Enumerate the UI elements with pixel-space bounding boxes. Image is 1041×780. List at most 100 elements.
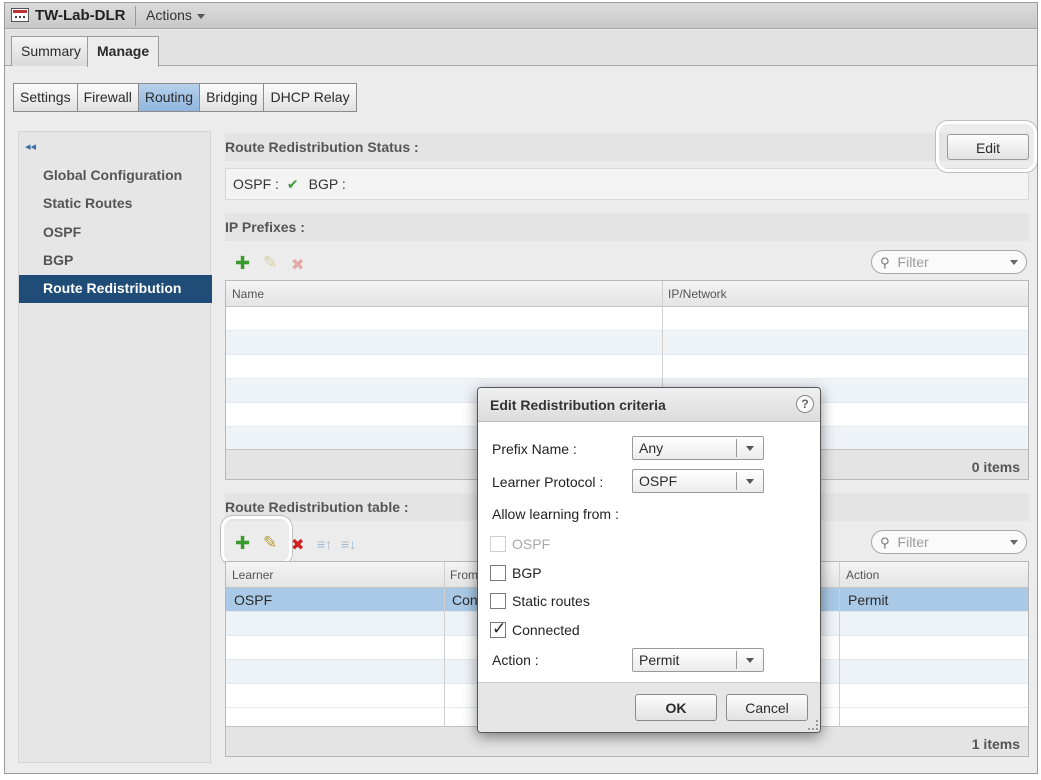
column-separator bbox=[444, 588, 445, 726]
static-routes-option-label: Static routes bbox=[512, 593, 590, 609]
column-separator bbox=[662, 281, 663, 306]
pencil-icon[interactable]: ✎ bbox=[263, 253, 277, 273]
select-divider bbox=[736, 472, 737, 490]
delete-icon[interactable]: ✖ bbox=[291, 255, 304, 275]
delete-icon[interactable]: ✖ bbox=[291, 535, 304, 555]
status-header: Route Redistribution Status : bbox=[225, 133, 1029, 161]
toolbar-highlight bbox=[221, 516, 292, 565]
action-label: Action : bbox=[492, 652, 539, 668]
top-tabs: Summary Manage bbox=[5, 30, 1037, 67]
prefix-filter-placeholder: Filter bbox=[897, 254, 929, 270]
tab-bridging[interactable]: Bridging bbox=[200, 84, 265, 111]
dialog-footer: OK Cancel bbox=[478, 682, 820, 732]
chevron-down-icon bbox=[746, 479, 754, 484]
allow-learning-label: Allow learning from : bbox=[492, 506, 619, 522]
title-bar: TW-Lab-DLR Actions bbox=[5, 3, 1037, 29]
add-icon[interactable]: ✚ bbox=[235, 253, 250, 274]
sub-tabs: Settings Firewall Routing Bridging DHCP … bbox=[13, 83, 357, 112]
cell-from: Con bbox=[452, 592, 478, 608]
table-row bbox=[226, 331, 1028, 355]
column-separator bbox=[839, 562, 840, 587]
dialog-title-bar: Edit Redistribution criteria ? bbox=[478, 388, 820, 422]
search-icon: ⚲ bbox=[880, 535, 890, 550]
column-action[interactable]: Action bbox=[846, 568, 879, 582]
sidebar: ◂◂ Global Configuration Static Routes OS… bbox=[18, 131, 212, 763]
table-row bbox=[226, 307, 1028, 331]
ip-prefixes-header: IP Prefixes : bbox=[225, 213, 1029, 241]
pencil-icon[interactable]: ✎ bbox=[263, 533, 277, 553]
sidebar-item-static-routes[interactable]: Static Routes bbox=[43, 195, 132, 211]
ospf-status-label: OSPF : bbox=[233, 176, 279, 192]
tab-routing[interactable]: Routing bbox=[138, 84, 201, 111]
resize-grip-icon[interactable] bbox=[808, 720, 818, 730]
learner-protocol-label: Learner Protocol : bbox=[492, 474, 604, 490]
cell-action: Permit bbox=[848, 592, 889, 608]
ospf-option-label: OSPF bbox=[512, 536, 551, 552]
connected-option-label: Connected bbox=[512, 622, 580, 638]
search-icon: ⚲ bbox=[880, 255, 890, 270]
bgp-option-label: BGP bbox=[512, 565, 542, 581]
table-row bbox=[226, 355, 1028, 379]
bgp-checkbox[interactable] bbox=[490, 565, 506, 581]
cell-learner: OSPF bbox=[234, 592, 273, 608]
column-separator bbox=[444, 562, 445, 587]
sidebar-item-global-configuration[interactable]: Global Configuration bbox=[43, 167, 182, 183]
dialog-title: Edit Redistribution criteria bbox=[490, 397, 666, 413]
tab-manage[interactable]: Manage bbox=[87, 36, 160, 67]
edit-button[interactable]: Edit bbox=[947, 134, 1029, 160]
prefix-name-value: Any bbox=[639, 440, 664, 456]
option-connected[interactable]: Connected bbox=[490, 619, 580, 639]
help-icon[interactable]: ? bbox=[796, 395, 814, 413]
learner-protocol-select[interactable]: OSPF bbox=[632, 469, 764, 493]
tab-settings[interactable]: Settings bbox=[14, 84, 78, 111]
bgp-status-label: BGP : bbox=[308, 176, 346, 192]
column-separator bbox=[839, 588, 840, 726]
chevron-down-icon bbox=[196, 13, 205, 19]
redistribution-filter-placeholder: Filter bbox=[897, 534, 929, 550]
option-ospf: OSPF bbox=[490, 536, 550, 552]
select-divider bbox=[736, 439, 737, 457]
action-value: Permit bbox=[639, 652, 680, 668]
redistribution-filter-input[interactable]: ⚲ Filter bbox=[871, 530, 1027, 554]
column-ip-network[interactable]: IP/Network bbox=[668, 287, 727, 301]
learner-protocol-value: OSPF bbox=[639, 473, 678, 489]
chevron-down-icon bbox=[746, 658, 754, 663]
action-select[interactable]: Permit bbox=[632, 648, 764, 672]
connected-checkbox[interactable] bbox=[490, 619, 506, 639]
option-bgp[interactable]: BGP bbox=[490, 565, 542, 581]
ok-button[interactable]: OK bbox=[635, 694, 717, 721]
static-routes-checkbox[interactable] bbox=[490, 593, 506, 609]
prefix-name-select[interactable]: Any bbox=[632, 436, 764, 460]
table-header: Name IP/Network bbox=[226, 281, 1028, 307]
actions-label: Actions bbox=[146, 7, 192, 23]
collapse-icon[interactable]: ◂◂ bbox=[25, 140, 36, 153]
prefix-filter-input[interactable]: ⚲ Filter bbox=[871, 250, 1027, 274]
tab-summary[interactable]: Summary bbox=[11, 36, 91, 66]
check-icon: ✔ bbox=[286, 176, 299, 192]
title-divider bbox=[135, 6, 136, 26]
sidebar-item-ospf[interactable]: OSPF bbox=[43, 224, 81, 240]
option-static-routes[interactable]: Static routes bbox=[490, 593, 590, 609]
chevron-down-icon[interactable] bbox=[1010, 260, 1018, 265]
edit-redistribution-dialog: Edit Redistribution criteria ? Prefix Na… bbox=[477, 387, 821, 733]
sidebar-item-bgp[interactable]: BGP bbox=[43, 252, 73, 268]
app-title: TW-Lab-DLR bbox=[35, 7, 126, 24]
tab-dhcp-relay[interactable]: DHCP Relay bbox=[264, 84, 355, 111]
column-learner[interactable]: Learner bbox=[232, 568, 273, 582]
prefix-name-label: Prefix Name : bbox=[492, 441, 577, 457]
actions-menu[interactable]: Actions bbox=[146, 7, 205, 23]
sidebar-item-route-redistribution[interactable]: Route Redistribution bbox=[19, 275, 212, 303]
chevron-down-icon[interactable] bbox=[1010, 540, 1018, 545]
column-name[interactable]: Name bbox=[232, 287, 264, 301]
chevron-down-icon bbox=[746, 446, 754, 451]
cancel-button[interactable]: Cancel bbox=[726, 694, 808, 721]
column-from[interactable]: From bbox=[450, 568, 478, 582]
move-up-icon[interactable]: ≡↑ bbox=[317, 536, 332, 552]
select-divider bbox=[736, 651, 737, 669]
status-box: OSPF : ✔ BGP : bbox=[225, 168, 1029, 200]
ospf-checkbox bbox=[490, 536, 506, 552]
move-down-icon[interactable]: ≡↓ bbox=[341, 536, 356, 552]
router-icon bbox=[11, 8, 29, 22]
add-icon[interactable]: ✚ bbox=[235, 533, 250, 554]
tab-firewall[interactable]: Firewall bbox=[78, 84, 139, 111]
